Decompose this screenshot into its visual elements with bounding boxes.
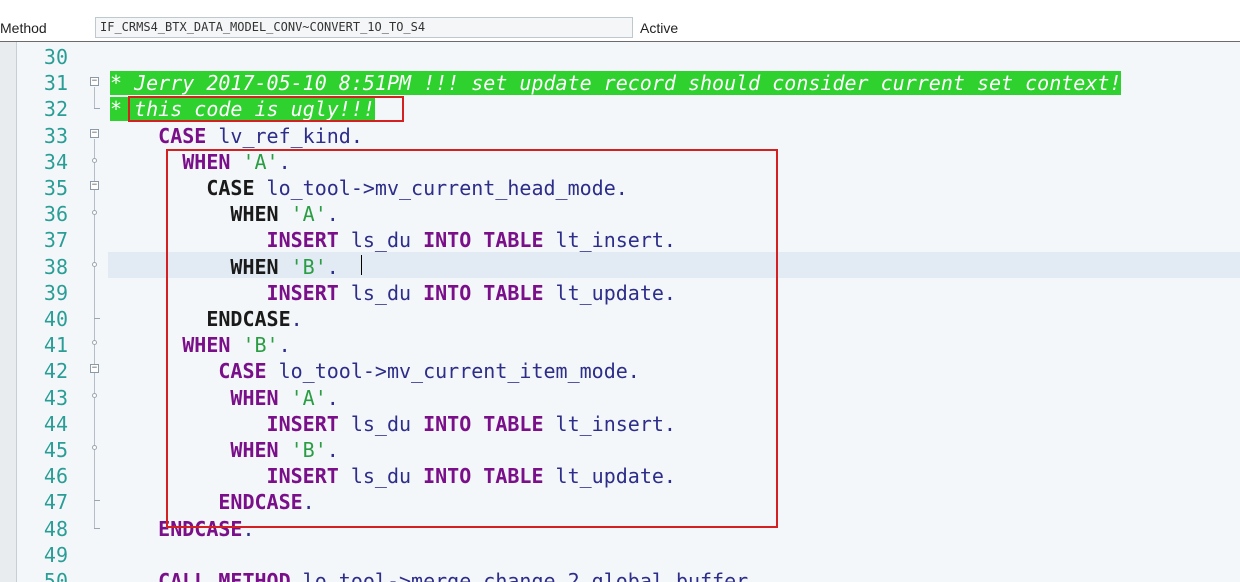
line-number: 36 bbox=[43, 202, 68, 227]
code-token: * Jerry 2017-05-10 8:51PM !!! set update… bbox=[110, 71, 1122, 96]
line-number: 41 bbox=[43, 333, 68, 358]
line-number: 48 bbox=[43, 516, 68, 541]
line-number: 50 bbox=[43, 569, 68, 582]
line-number: 31 bbox=[43, 71, 68, 96]
line-number: 33 bbox=[43, 123, 68, 148]
line-number: 35 bbox=[43, 176, 68, 200]
line-number: 40 bbox=[43, 307, 68, 331]
fold-end-mark bbox=[94, 108, 100, 109]
code-line[interactable]: 31 * Jerry 2017-05-10 8:51PM !!! set upda… bbox=[0, 70, 1240, 96]
line-number: 46 bbox=[43, 464, 68, 489]
code-line[interactable]: 50 CALL METHOD lo_tool->merge_change_2_g… bbox=[0, 568, 1240, 582]
code-text: * Jerry 2017-05-10 8:51PM !!! set update… bbox=[110, 70, 1122, 96]
fold-dot-icon bbox=[92, 340, 97, 345]
fold-minus-icon[interactable]: − bbox=[90, 77, 99, 86]
line-number: 45 bbox=[43, 438, 68, 462]
code-line[interactable]: 33 CASE lv_ref_kind. bbox=[0, 123, 1240, 149]
code-token: CALL METHOD bbox=[158, 569, 291, 582]
fold-dot-icon bbox=[92, 445, 97, 450]
line-number: 32 bbox=[43, 97, 68, 122]
method-name-field[interactable]: IF_CRMS4_BTX_DATA_MODEL_CONV~CONVERT_1O_… bbox=[95, 17, 633, 38]
line-number: 34 bbox=[43, 149, 68, 174]
code-token: lv_ref_kind. bbox=[206, 123, 363, 148]
fold-end-mark bbox=[94, 528, 100, 529]
annotation-box-code-block bbox=[166, 149, 778, 528]
line-number: 37 bbox=[43, 228, 68, 253]
annotation-box-comment bbox=[128, 96, 404, 122]
code-editor[interactable]: 30 31 * Jerry 2017-05-10 8:51PM !!! set up… bbox=[0, 42, 1240, 582]
fold-guide bbox=[94, 87, 95, 109]
code-token: lo_tool->merge_change_2_global_buffer. bbox=[290, 569, 761, 582]
code-line[interactable]: 49 bbox=[0, 542, 1240, 568]
code-line[interactable]: 30 bbox=[0, 44, 1240, 70]
fold-guide bbox=[94, 139, 95, 529]
code-token: CASE bbox=[158, 123, 207, 148]
line-number: 39 bbox=[43, 280, 68, 305]
fold-dot-icon bbox=[92, 393, 97, 398]
status-label: Active bbox=[640, 20, 679, 36]
fold-dot-icon bbox=[92, 158, 97, 163]
fold-minus-icon[interactable]: − bbox=[90, 364, 99, 373]
fold-dot-icon bbox=[92, 262, 97, 267]
line-number: 44 bbox=[43, 411, 68, 436]
code-text: CASE lv_ref_kind. bbox=[110, 123, 363, 149]
line-number: 42 bbox=[43, 359, 68, 384]
line-number: 30 bbox=[43, 45, 68, 69]
method-label: Method bbox=[0, 20, 47, 36]
fold-end-mark bbox=[94, 500, 100, 501]
fold-minus-icon[interactable]: − bbox=[90, 129, 99, 138]
line-number: 43 bbox=[43, 385, 68, 410]
line-number: 47 bbox=[43, 490, 68, 515]
fold-minus-icon[interactable]: − bbox=[90, 181, 99, 190]
line-number: 38 bbox=[43, 254, 68, 279]
fold-dot-icon bbox=[92, 210, 97, 215]
code-text: CALL METHOD lo_tool->merge_change_2_glob… bbox=[110, 568, 760, 582]
line-number: 49 bbox=[43, 542, 68, 567]
fold-end-mark bbox=[94, 318, 100, 319]
method-header: Method IF_CRMS4_BTX_DATA_MODEL_CONV~CONV… bbox=[0, 0, 1240, 42]
